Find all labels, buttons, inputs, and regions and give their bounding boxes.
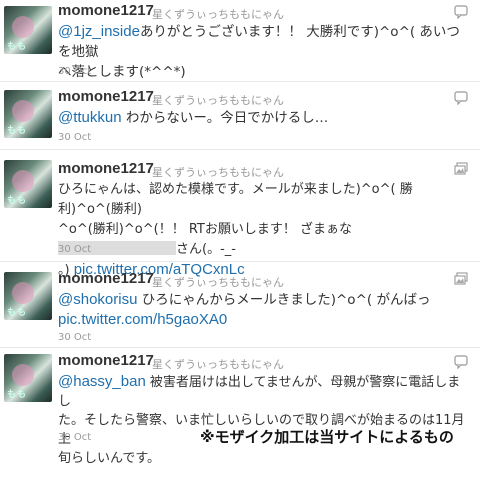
- username[interactable]: momone1217: [58, 160, 154, 177]
- tweet-2: もも momone1217 星くずうぃっちももにゃん @ttukkun わからな…: [0, 84, 480, 150]
- tweet-text: @ttukkun わからないー。今日でかけるし…: [58, 108, 468, 128]
- tweet-1: もも momone1217 星くずうぃっちももにゃん @1jz_insideあり…: [0, 0, 480, 82]
- display-name: 星くずうぃっちももにゃん: [152, 8, 284, 21]
- mention-link[interactable]: @1jz_inside: [58, 23, 140, 40]
- tweet-text-line: さん(。-_-: [176, 242, 236, 257]
- tweet-4: もも momone1217 星くずうぃっちももにゃん @shokorisu ひろ…: [0, 264, 480, 348]
- image-gallery-icon[interactable]: [454, 272, 468, 286]
- avatar[interactable]: もも: [4, 160, 52, 208]
- timestamp[interactable]: 30 Oct: [58, 432, 91, 443]
- username[interactable]: momone1217: [58, 270, 154, 287]
- avatar[interactable]: もも: [4, 6, 52, 54]
- tweet-5: もも momone1217 星くずうぃっちももにゃん @hassy_ban 被害…: [0, 350, 480, 466]
- timestamp[interactable]: 30 Oct: [58, 244, 91, 255]
- speech-bubble-icon[interactable]: [454, 5, 468, 19]
- mention-link[interactable]: @ttukkun: [58, 109, 122, 126]
- username[interactable]: momone1217: [58, 352, 154, 369]
- speech-bubble-icon[interactable]: [454, 91, 468, 105]
- mention-link[interactable]: @shokorisu: [58, 291, 137, 308]
- speech-bubble-icon[interactable]: [454, 355, 468, 369]
- avatar[interactable]: もも: [4, 354, 52, 402]
- tweet-text-line: ひろにゃんは、認めた模様です。メールが来ました)^o^( 勝利)^o^(勝利): [58, 182, 413, 217]
- timestamp[interactable]: 30 Oct: [58, 132, 91, 143]
- display-name: 星くずうぃっちももにゃん: [152, 358, 284, 371]
- tweet-text-line: ^o^(勝利)^o^(！！ RTお願いします！ ざまぁな: [58, 222, 352, 237]
- image-link[interactable]: pic.twitter.com/h5gaoXA0: [58, 311, 227, 328]
- tweet-text: @hassy_ban 被害者届けは出してませんが、母親が警察に電話しまし た。そ…: [58, 372, 468, 468]
- tweet-text: @shokorisu ひろにゃんからメールきました)^o^( がんばっ pic.…: [58, 290, 468, 330]
- timestamp[interactable]: 30 Oct: [58, 66, 91, 77]
- username[interactable]: momone1217: [58, 88, 154, 105]
- mention-link[interactable]: @hassy_ban: [58, 373, 146, 390]
- tweet-text-line: わからないー。今日でかけるし…: [125, 110, 329, 126]
- tweet-text: @1jz_insideありがとうございます！！ 大勝利です)^o^( あいつを地…: [58, 22, 468, 82]
- display-name: 星くずうぃっちももにゃん: [152, 276, 284, 289]
- display-name: 星くずうぃっちももにゃん: [152, 166, 284, 179]
- username[interactable]: momone1217: [58, 2, 154, 19]
- display-name: 星くずうぃっちももにゃん: [152, 94, 284, 107]
- tweet-text-line: ひろにゃんからメールきました)^o^( がんばっ: [141, 292, 431, 308]
- mosaic-disclaimer-note: ※モザイク加工は当サイトによるもの: [200, 428, 454, 446]
- avatar[interactable]: もも: [4, 272, 52, 320]
- avatar[interactable]: もも: [4, 90, 52, 138]
- tweet-3: もも momone1217 星くずうぃっちももにゃん ひろにゃんは、認めた模様で…: [0, 152, 480, 278]
- tweet-text-line: 旬らしいんです。: [58, 451, 161, 466]
- image-gallery-icon[interactable]: [454, 162, 468, 176]
- timestamp[interactable]: 30 Oct: [58, 332, 91, 343]
